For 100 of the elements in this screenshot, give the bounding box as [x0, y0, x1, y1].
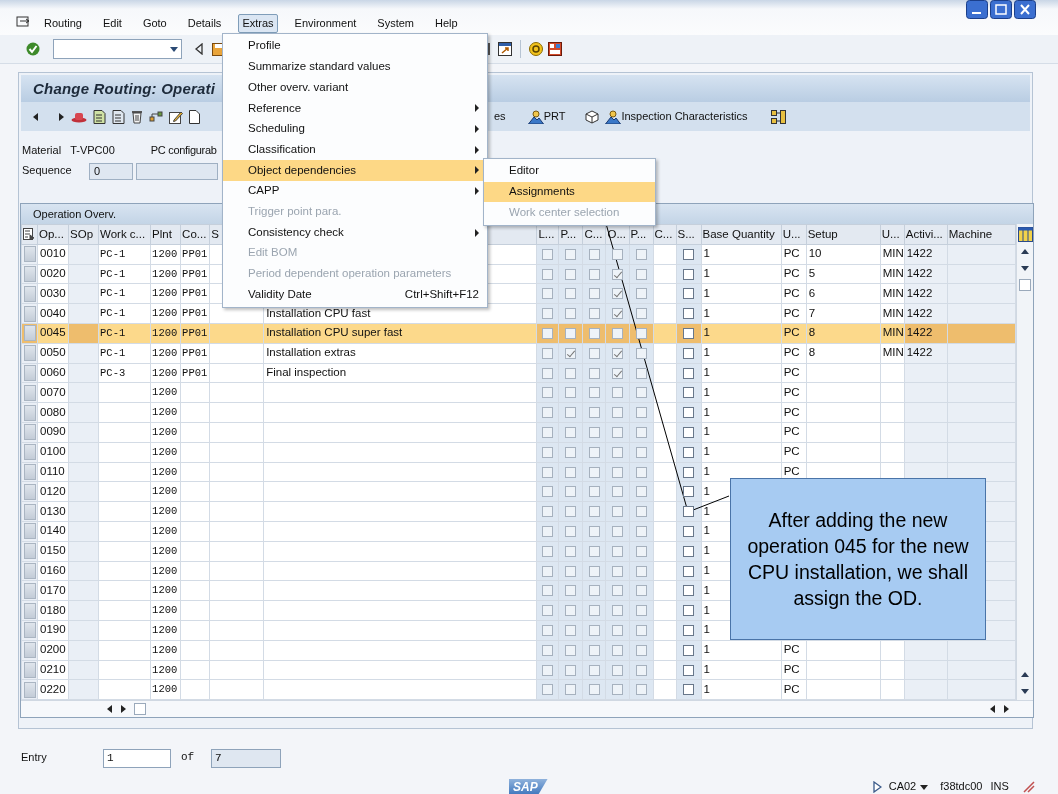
- sequence-description-field[interactable]: [136, 162, 218, 180]
- checkbox[interactable]: [635, 248, 647, 260]
- checkbox[interactable]: [588, 407, 600, 419]
- menu-item[interactable]: Summarize standard values: [223, 56, 487, 78]
- checkbox[interactable]: [635, 426, 647, 438]
- checkbox[interactable]: [565, 248, 577, 260]
- checkbox[interactable]: [683, 407, 695, 419]
- row-selector[interactable]: [23, 345, 36, 362]
- command-field[interactable]: [53, 39, 182, 59]
- enter-icon[interactable]: [26, 42, 40, 56]
- scroll-up-icon[interactable]: [1020, 247, 1030, 257]
- checkbox[interactable]: [565, 565, 577, 577]
- row-selector[interactable]: [23, 305, 36, 322]
- column-settings-icon[interactable]: [1017, 227, 1033, 242]
- checkbox[interactable]: [542, 466, 554, 478]
- scroll-right-icon[interactable]: [1001, 704, 1011, 715]
- checkbox[interactable]: [565, 466, 577, 478]
- menu-item[interactable]: Editor: [484, 161, 655, 182]
- document-icon[interactable]: [93, 109, 106, 124]
- checkbox[interactable]: [683, 367, 695, 379]
- checkbox[interactable]: [588, 426, 600, 438]
- checkbox[interactable]: [635, 367, 647, 379]
- checkbox[interactable]: [565, 308, 577, 320]
- checkbox[interactable]: [612, 308, 623, 320]
- checkbox[interactable]: [612, 664, 623, 676]
- scroll-thumb[interactable]: [134, 703, 146, 716]
- row-selector[interactable]: [23, 364, 36, 381]
- row-selector[interactable]: [23, 622, 36, 639]
- maximize-button[interactable]: [990, 0, 1012, 19]
- checkbox[interactable]: [612, 426, 623, 438]
- close-button[interactable]: [1014, 0, 1036, 19]
- back-icon[interactable]: [194, 43, 203, 55]
- checkbox[interactable]: [683, 684, 695, 696]
- menu-item[interactable]: Extras: [238, 14, 278, 33]
- edit-icon[interactable]: [169, 109, 183, 124]
- checkbox[interactable]: [542, 426, 554, 438]
- checkbox[interactable]: [542, 486, 554, 498]
- dropdown-caret-icon[interactable]: [920, 784, 929, 790]
- checkbox[interactable]: [565, 486, 577, 498]
- checkbox[interactable]: [683, 565, 695, 577]
- menu-item[interactable]: Reference: [223, 98, 487, 119]
- checkbox[interactable]: [542, 585, 554, 597]
- checkbox[interactable]: [683, 506, 695, 518]
- table-row[interactable]: 0100 1200 1 PC: [21, 442, 1016, 463]
- minimize-button[interactable]: [966, 0, 988, 19]
- checkbox[interactable]: [612, 585, 623, 597]
- table-row[interactable]: 0220 1200 1 PC: [21, 679, 1016, 700]
- row-selector[interactable]: [23, 661, 36, 678]
- checkbox[interactable]: [588, 545, 600, 557]
- checkbox[interactable]: [612, 466, 623, 478]
- checkbox[interactable]: [612, 367, 623, 379]
- menu-item[interactable]: Routing: [40, 14, 86, 33]
- scroll-right-icon[interactable]: [118, 704, 128, 715]
- prt-button[interactable]: PRT: [527, 109, 566, 124]
- checkbox[interactable]: [565, 506, 577, 518]
- layout-icon[interactable]: [548, 42, 562, 56]
- checkbox[interactable]: [683, 268, 695, 280]
- scroll-thumb[interactable]: [1019, 279, 1031, 291]
- checkbox[interactable]: [683, 387, 695, 399]
- checkbox[interactable]: [683, 446, 695, 458]
- checkbox[interactable]: [683, 585, 695, 597]
- menu-item[interactable]: Scheduling: [223, 118, 487, 140]
- checkbox[interactable]: [542, 565, 554, 577]
- row-selector[interactable]: [23, 325, 36, 342]
- checkbox[interactable]: [565, 407, 577, 419]
- menu-item[interactable]: Classification: [223, 139, 487, 161]
- checkbox[interactable]: [565, 387, 577, 399]
- checkbox[interactable]: [635, 387, 647, 399]
- checkbox[interactable]: [683, 545, 695, 557]
- checkbox[interactable]: [612, 327, 623, 339]
- checkbox[interactable]: [588, 446, 600, 458]
- checkbox[interactable]: [635, 466, 647, 478]
- checkbox[interactable]: [635, 347, 647, 359]
- sequence-field[interactable]: 0: [89, 162, 133, 180]
- checkbox[interactable]: [588, 327, 600, 339]
- cube-icon[interactable]: [585, 109, 600, 124]
- checkbox[interactable]: [683, 525, 695, 537]
- checkbox[interactable]: [635, 486, 647, 498]
- row-selector[interactable]: [23, 266, 36, 282]
- scroll-left-icon[interactable]: [105, 704, 115, 715]
- checkbox[interactable]: [683, 347, 695, 359]
- checkbox[interactable]: [588, 565, 600, 577]
- checkbox[interactable]: [542, 248, 554, 260]
- status-icon[interactable]: [1022, 781, 1035, 793]
- table-row[interactable]: 0070 1200 1 PC: [21, 382, 1016, 403]
- menu-item[interactable]: Goto: [138, 14, 171, 33]
- checkbox[interactable]: [635, 506, 647, 518]
- checkbox[interactable]: [588, 585, 600, 597]
- row-selector[interactable]: [23, 681, 36, 698]
- previous-icon[interactable]: [31, 111, 40, 122]
- hat-icon[interactable]: [71, 110, 87, 123]
- entry-field[interactable]: 1: [103, 748, 171, 768]
- menu-item[interactable]: System: [373, 14, 418, 33]
- checkbox[interactable]: [565, 624, 577, 636]
- checkbox[interactable]: [542, 624, 554, 636]
- next-icon[interactable]: [56, 111, 65, 122]
- checkbox[interactable]: [635, 684, 647, 696]
- checkbox[interactable]: [683, 664, 695, 676]
- row-selector[interactable]: [23, 602, 36, 619]
- checkbox[interactable]: [635, 446, 647, 458]
